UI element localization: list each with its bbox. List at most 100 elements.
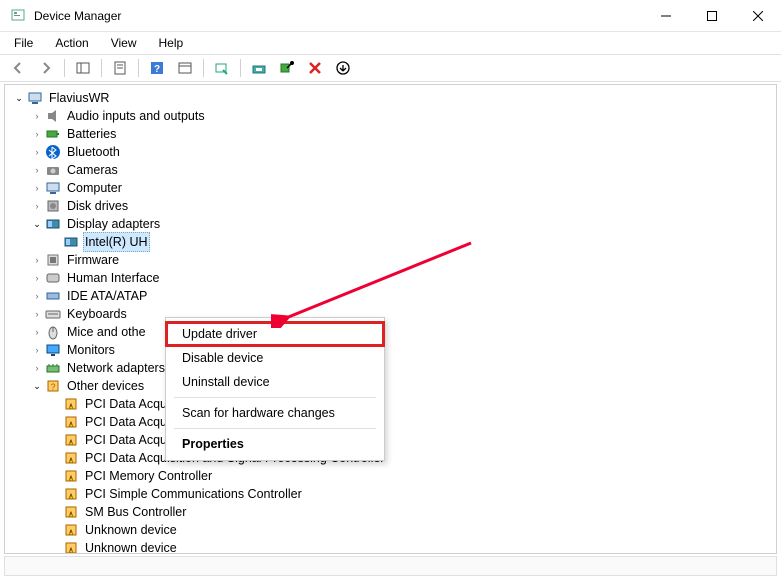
tree-category[interactable]: ›Disk drives: [7, 197, 774, 215]
menu-file[interactable]: File: [4, 34, 43, 52]
tree-item-label: Human Interface: [65, 269, 161, 287]
tree-device[interactable]: ! Unknown device: [7, 539, 774, 553]
expand-icon[interactable]: ›: [29, 108, 45, 124]
properties-button[interactable]: [108, 56, 132, 80]
show-hide-tree-button[interactable]: [71, 56, 95, 80]
titlebar: Device Manager: [0, 0, 781, 32]
menu-view[interactable]: View: [101, 34, 147, 52]
warn-icon: !: [63, 504, 79, 520]
disable-device-button[interactable]: [275, 56, 299, 80]
expand-icon[interactable]: ›: [29, 270, 45, 286]
add-legacy-button[interactable]: [331, 56, 355, 80]
ctx-update-driver[interactable]: Update driver: [166, 322, 384, 346]
expand-icon[interactable]: ›: [29, 324, 45, 340]
device-tree-pane: ⌄FlaviusWR›Audio inputs and outputs›Batt…: [4, 84, 777, 554]
expand-icon[interactable]: ›: [29, 144, 45, 160]
expand-icon[interactable]: ›: [29, 306, 45, 322]
tree-device[interactable]: !PCI Memory Controller: [7, 467, 774, 485]
tree-category[interactable]: ›Network adapters: [7, 359, 774, 377]
tree-device[interactable]: !SM Bus Controller: [7, 503, 774, 521]
expand-icon[interactable]: ›: [29, 288, 45, 304]
device-tree[interactable]: ⌄FlaviusWR›Audio inputs and outputs›Batt…: [5, 85, 776, 553]
battery-icon: [45, 126, 61, 142]
svg-text:?: ?: [154, 64, 160, 75]
toolbar-sep: [101, 59, 102, 77]
net-icon: [45, 360, 61, 376]
ctx-disable-device[interactable]: Disable device: [166, 346, 384, 370]
tree-device[interactable]: !PCI Simple Communications Controller: [7, 485, 774, 503]
warn-icon: !: [63, 486, 79, 502]
tree-category[interactable]: ›Firmware: [7, 251, 774, 269]
expand-icon[interactable]: ›: [29, 162, 45, 178]
tree-category[interactable]: › Human Interface: [7, 269, 774, 287]
uninstall-button[interactable]: [303, 56, 327, 80]
menu-action[interactable]: Action: [45, 34, 98, 52]
tree-category[interactable]: ›IDE ATA/ATAP: [7, 287, 774, 305]
action-button[interactable]: [173, 56, 197, 80]
twist-none: [47, 486, 63, 502]
twist-none: [47, 540, 63, 553]
other-icon: ?: [45, 378, 61, 394]
tree-category[interactable]: ⌄?Other devices: [7, 377, 774, 395]
tree-category[interactable]: ›Bluetooth: [7, 143, 774, 161]
tree-category[interactable]: ›Mice and othe: [7, 323, 774, 341]
tree-device[interactable]: !PCI Data Acquisition and Signal Process…: [7, 449, 774, 467]
mouse-icon: [45, 324, 61, 340]
tree-item-label: Monitors: [65, 341, 117, 359]
collapse-icon[interactable]: ⌄: [29, 378, 45, 394]
tree-root[interactable]: ⌄ FlaviusWR: [7, 89, 774, 107]
tree-category[interactable]: › Batteries: [7, 125, 774, 143]
tree-category[interactable]: ›Audio inputs and outputs: [7, 107, 774, 125]
scan-hardware-button[interactable]: [210, 56, 234, 80]
tree-device[interactable]: !Unknown device: [7, 521, 774, 539]
update-driver-button[interactable]: [247, 56, 271, 80]
expand-icon[interactable]: ›: [29, 180, 45, 196]
expand-icon[interactable]: ›: [29, 360, 45, 376]
expand-icon[interactable]: ›: [29, 198, 45, 214]
tree-category[interactable]: › Monitors: [7, 341, 774, 359]
twist-none: [47, 396, 63, 412]
audio-icon: [45, 108, 61, 124]
menubar: File Action View Help: [0, 32, 781, 54]
warn-icon: !: [63, 540, 79, 553]
ctx-scan-hardware[interactable]: Scan for hardware changes: [166, 401, 384, 425]
tree-category[interactable]: ›Computer: [7, 179, 774, 197]
collapse-icon[interactable]: ⌄: [11, 90, 27, 106]
tree-item-label: FlaviusWR: [47, 89, 111, 107]
tree-device[interactable]: !PCI Data Acquisition and Signal Process…: [7, 413, 774, 431]
gpu-icon: [45, 216, 61, 232]
toolbar-sep: [203, 59, 204, 77]
tree-category[interactable]: ›Keyboards: [7, 305, 774, 323]
close-button[interactable]: [735, 0, 781, 31]
tree-item-label: Unknown device: [83, 521, 179, 539]
collapse-icon[interactable]: ⌄: [29, 216, 45, 232]
expand-icon[interactable]: ›: [29, 126, 45, 142]
help-button[interactable]: ?: [145, 56, 169, 80]
tree-item-label: Unknown device: [83, 539, 179, 553]
expand-icon[interactable]: ›: [29, 342, 45, 358]
warn-icon: !: [63, 396, 79, 412]
tree-device[interactable]: Intel(R) UH: [7, 233, 774, 251]
tree-device[interactable]: !PCI Data Acquisition and Signal Process…: [7, 395, 774, 413]
tree-item-label: PCI Memory Controller: [83, 467, 214, 485]
tree-item-label: Batteries: [65, 125, 118, 143]
pc-icon: [27, 90, 43, 106]
tree-category[interactable]: ›Cameras: [7, 161, 774, 179]
ctx-sep: [174, 428, 376, 429]
status-bar: [4, 556, 777, 576]
tree-item-label: SM Bus Controller: [83, 503, 188, 521]
ide-icon: [45, 288, 61, 304]
expand-icon[interactable]: ›: [29, 252, 45, 268]
fw-icon: [45, 252, 61, 268]
tree-category[interactable]: ⌄Display adapters: [7, 215, 774, 233]
menu-help[interactable]: Help: [149, 34, 194, 52]
minimize-button[interactable]: [643, 0, 689, 31]
tree-device[interactable]: !PCI Data Acquisition and Signal Process…: [7, 431, 774, 449]
ctx-properties[interactable]: Properties: [166, 432, 384, 456]
back-button[interactable]: [6, 56, 30, 80]
ctx-uninstall-device[interactable]: Uninstall device: [166, 370, 384, 394]
forward-button[interactable]: [34, 56, 58, 80]
maximize-button[interactable]: [689, 0, 735, 31]
warn-icon: !: [63, 450, 79, 466]
warn-icon: !: [63, 414, 79, 430]
